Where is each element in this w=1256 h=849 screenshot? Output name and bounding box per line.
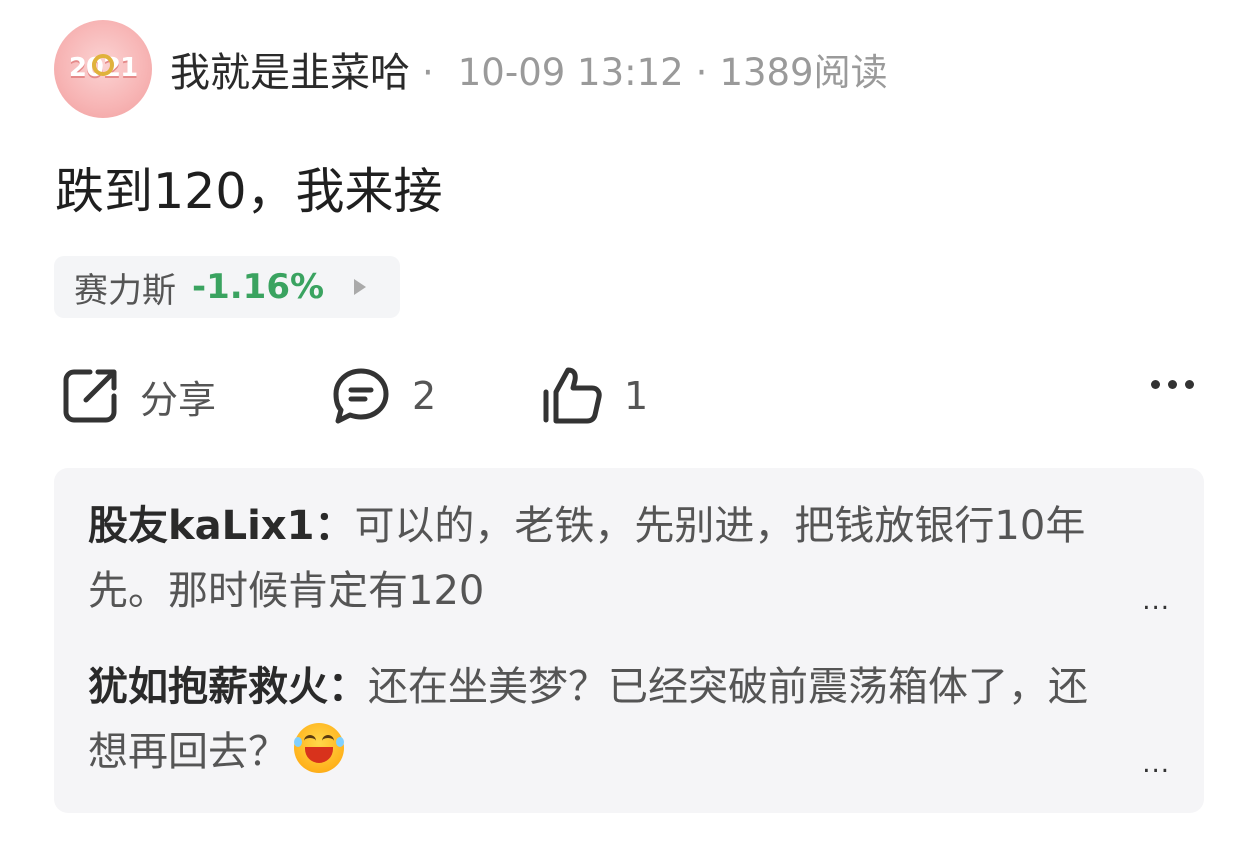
post-text: 跌到120，我来接 — [55, 163, 443, 220]
read-count: 1389阅读 — [719, 51, 888, 94]
comment-icon — [333, 368, 389, 424]
separator: · — [422, 51, 434, 94]
comment-item[interactable]: 犹如抱薪救火：还在坐美梦？已经突破前震荡箱体了，还想再回去？ — [88, 655, 1118, 785]
share-button[interactable]: 分享 — [60, 360, 216, 432]
thumbs-up-icon — [543, 367, 602, 424]
author-name[interactable]: 我就是韭菜哈 — [170, 40, 410, 98]
laughing-emoji-icon — [294, 723, 344, 773]
stock-tag[interactable]: 赛力斯 -1.16% — [54, 256, 400, 318]
share-icon — [63, 369, 117, 423]
comment-more-icon[interactable]: ... — [1142, 749, 1170, 779]
comment-more-icon[interactable]: ... — [1142, 586, 1170, 616]
comment-user[interactable]: 股友kaLix1： — [88, 503, 354, 549]
share-label: 分享 — [140, 377, 217, 422]
comment-item[interactable]: 股友kaLix1：可以的，老铁，先别进，把钱放银行10年先。那时候肯定有120 — [88, 494, 1118, 624]
like-count: 1 — [624, 374, 649, 418]
post-date: 10-09 13:12 — [457, 51, 684, 94]
comments-preview[interactable]: 股友kaLix1：可以的，老铁，先别进，把钱放银行10年先。那时候肯定有120 … — [54, 468, 1204, 813]
comment-count: 2 — [412, 374, 437, 418]
avatar[interactable]: 2021 — [54, 20, 152, 118]
avatar-ring-icon — [92, 54, 114, 76]
comment-button[interactable]: 2 — [330, 360, 436, 432]
more-icon[interactable] — [1151, 380, 1194, 389]
post-header: 2021 我就是韭菜哈 · 10-09 13:12 · 1389阅读 — [54, 20, 888, 118]
play-arrow-icon — [354, 279, 367, 295]
stock-name: 赛力斯 — [74, 270, 176, 311]
like-button[interactable]: 1 — [540, 360, 648, 432]
comment-user[interactable]: 犹如抱薪救火： — [88, 664, 368, 710]
separator: · — [695, 51, 708, 94]
stock-change: -1.16% — [192, 267, 325, 307]
post-meta: · 10-09 13:12 · 1389阅读 — [422, 42, 888, 96]
action-bar: 分享 2 1 — [0, 360, 1256, 432]
